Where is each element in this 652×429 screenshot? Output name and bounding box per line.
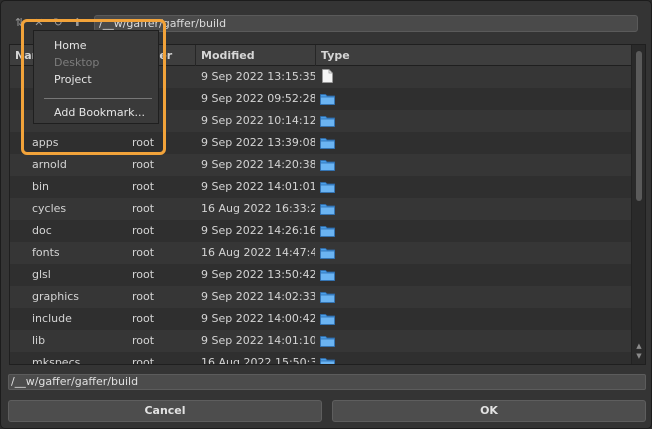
folder-icon — [320, 314, 335, 325]
folder-icon — [320, 358, 335, 364]
cell-modified: 9 Sep 2022 14:02:33 — [201, 290, 315, 303]
vertical-scrollbar[interactable]: ▲ ▼ — [631, 45, 645, 364]
cell-type — [320, 198, 350, 220]
cell-type — [320, 176, 350, 198]
cell-name: doc — [32, 224, 52, 237]
table-row[interactable]: cycles root 16 Aug 2022 16:33:20 — [10, 198, 631, 220]
table-row[interactable]: bin root 9 Sep 2022 14:01:01 — [10, 176, 631, 198]
cell-type — [320, 66, 350, 88]
cell-owner: root — [132, 246, 155, 259]
folder-icon — [320, 248, 335, 259]
filename-input[interactable]: /__w/gaffer/gaffer/build — [8, 374, 646, 390]
folder-icon — [320, 94, 335, 105]
cell-owner: root — [132, 290, 155, 303]
table-row[interactable]: doc root 9 Sep 2022 14:26:16 — [10, 220, 631, 242]
cell-type — [320, 88, 350, 110]
cell-type — [320, 220, 350, 242]
cell-modified: 9 Sep 2022 14:26:16 — [201, 224, 315, 237]
folder-icon — [320, 116, 335, 127]
cell-name: glsl — [32, 268, 51, 281]
folder-icon — [320, 292, 335, 303]
cell-owner: root — [132, 180, 155, 193]
cell-name: bin — [32, 180, 50, 193]
bookmarks-menu: Home Desktop Project Add Bookmark... — [33, 30, 159, 124]
cell-modified: 9 Sep 2022 14:01:01 — [201, 180, 315, 193]
cell-type — [320, 286, 350, 308]
path-input[interactable]: /__w/gaffer/gaffer/build — [94, 15, 638, 32]
cell-type — [320, 242, 350, 264]
cell-name: cycles — [32, 202, 67, 215]
folder-icon — [320, 160, 335, 171]
cancel-button[interactable]: Cancel — [8, 400, 322, 422]
menu-item-home[interactable]: Home — [54, 39, 86, 52]
cell-modified: 16 Aug 2022 16:33:20 — [201, 202, 315, 215]
file-browser-dialog: ⇅ ✕ ↻ ⬆ /__w/gaffer/gaffer/build Name Ow… — [0, 0, 652, 429]
menu-separator — [44, 98, 152, 99]
cell-name: arnold — [32, 158, 67, 171]
table-row[interactable]: glsl root 9 Sep 2022 13:50:42 — [10, 264, 631, 286]
cell-type — [320, 132, 350, 154]
cell-modified: 9 Sep 2022 10:14:12 — [201, 114, 315, 127]
cell-name: graphics — [32, 290, 80, 303]
cell-modified: 9 Sep 2022 14:00:42 — [201, 312, 315, 325]
scroll-down-icon[interactable]: ▼ — [635, 352, 643, 360]
cell-name: include — [32, 312, 72, 325]
cell-modified: 16 Aug 2022 14:47:44 — [201, 246, 315, 259]
menu-item-desktop: Desktop — [54, 56, 100, 69]
folder-icon — [320, 182, 335, 193]
menu-item-project[interactable]: Project — [54, 73, 92, 86]
cell-owner: root — [132, 356, 155, 365]
table-row[interactable]: include root 9 Sep 2022 14:00:42 — [10, 308, 631, 330]
scrollbar-thumb[interactable] — [636, 51, 642, 201]
table-row[interactable]: arnold root 9 Sep 2022 14:20:38 — [10, 154, 631, 176]
table-row[interactable]: lib root 9 Sep 2022 14:01:10 — [10, 330, 631, 352]
cell-modified: 9 Sep 2022 13:50:42 — [201, 268, 315, 281]
column-header-type[interactable]: Type — [316, 45, 631, 66]
cell-owner: root — [132, 224, 155, 237]
cell-type — [320, 110, 350, 132]
cell-name: mkspecs — [32, 356, 81, 365]
cell-owner: root — [132, 158, 155, 171]
menu-item-add-bookmark[interactable]: Add Bookmark... — [54, 106, 145, 119]
cell-modified: 16 Aug 2022 15:50:37 — [201, 356, 315, 365]
ok-button[interactable]: OK — [332, 400, 646, 422]
table-row[interactable]: mkspecs root 16 Aug 2022 15:50:37 — [10, 352, 631, 365]
file-icon — [322, 69, 333, 83]
cell-owner: root — [132, 268, 155, 281]
cell-type — [320, 308, 350, 330]
folder-icon — [320, 138, 335, 149]
cell-name: fonts — [32, 246, 60, 259]
cell-owner: root — [132, 202, 155, 215]
cell-modified: 9 Sep 2022 09:52:28 — [201, 92, 315, 105]
cell-type — [320, 264, 350, 286]
table-row[interactable]: graphics root 9 Sep 2022 14:02:33 — [10, 286, 631, 308]
folder-icon — [320, 204, 335, 215]
table-row[interactable]: fonts root 16 Aug 2022 14:47:44 — [10, 242, 631, 264]
folder-icon — [320, 226, 335, 237]
cell-modified: 9 Sep 2022 14:20:38 — [201, 158, 315, 171]
column-header-modified[interactable]: Modified — [196, 45, 316, 66]
scroll-up-icon[interactable]: ▲ — [635, 342, 643, 350]
folder-icon — [320, 336, 335, 347]
cell-modified: 9 Sep 2022 14:01:10 — [201, 334, 315, 347]
cell-type — [320, 154, 350, 176]
cell-type — [320, 330, 350, 352]
cell-modified: 9 Sep 2022 13:39:08 — [201, 136, 315, 149]
folder-icon — [320, 270, 335, 281]
cell-name: lib — [32, 334, 46, 347]
cell-owner: root — [132, 334, 155, 347]
cell-owner: root — [132, 312, 155, 325]
cell-type — [320, 352, 350, 364]
cell-modified: 9 Sep 2022 13:15:35 — [201, 70, 315, 83]
